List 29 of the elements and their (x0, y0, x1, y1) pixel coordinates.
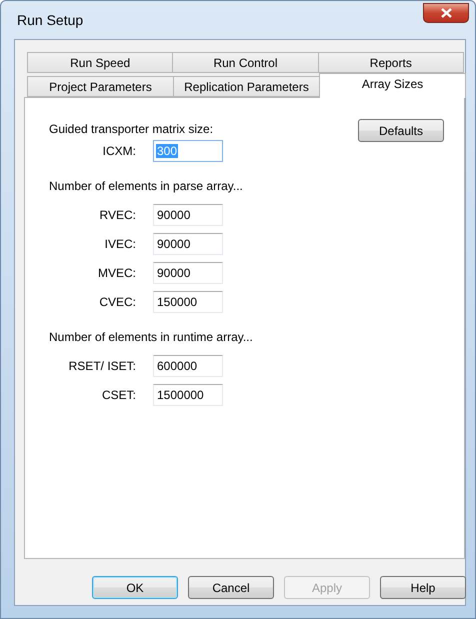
dialog-button[interactable]: OK (92, 576, 178, 599)
field-label: CSET: (100, 388, 136, 402)
field-label: RSET/ ISET: (68, 359, 136, 373)
section-heading: Number of elements in runtime array... (49, 330, 254, 344)
input-field[interactable]: 90000 (153, 233, 223, 255)
input-field[interactable]: 90000 (153, 204, 223, 226)
input-field[interactable]: 90000 (153, 262, 223, 284)
field-label: IVEC: (104, 237, 136, 251)
tab[interactable]: Array Sizes (319, 73, 466, 98)
defaults-button[interactable]: Defaults (358, 119, 444, 142)
dialog-button[interactable]: Help (380, 576, 466, 599)
tab[interactable]: Project Parameters (27, 76, 174, 97)
section-heading: Guided transporter matrix size: (49, 122, 214, 136)
input-field[interactable]: 1500000 (153, 384, 223, 406)
tab[interactable]: Run Speed (27, 52, 174, 73)
tab[interactable]: Reports (318, 52, 464, 73)
field-label: MVEC: (96, 266, 136, 280)
tab[interactable]: Replication Parameters (173, 76, 320, 97)
section-heading: Number of elements in parse array... (49, 179, 244, 193)
input-field[interactable]: 150000 (153, 291, 223, 313)
close-button[interactable] (423, 3, 469, 23)
field-label: RVEC: (98, 208, 136, 222)
close-icon (440, 8, 452, 18)
dialog-button[interactable]: Cancel (188, 576, 274, 599)
input-field[interactable]: 600000 (153, 355, 223, 377)
field-label: ICXM: (102, 144, 136, 158)
tab[interactable]: Run Control (172, 52, 319, 73)
field-label: CVEC: (98, 295, 136, 309)
window-title: Run Setup (17, 12, 84, 28)
